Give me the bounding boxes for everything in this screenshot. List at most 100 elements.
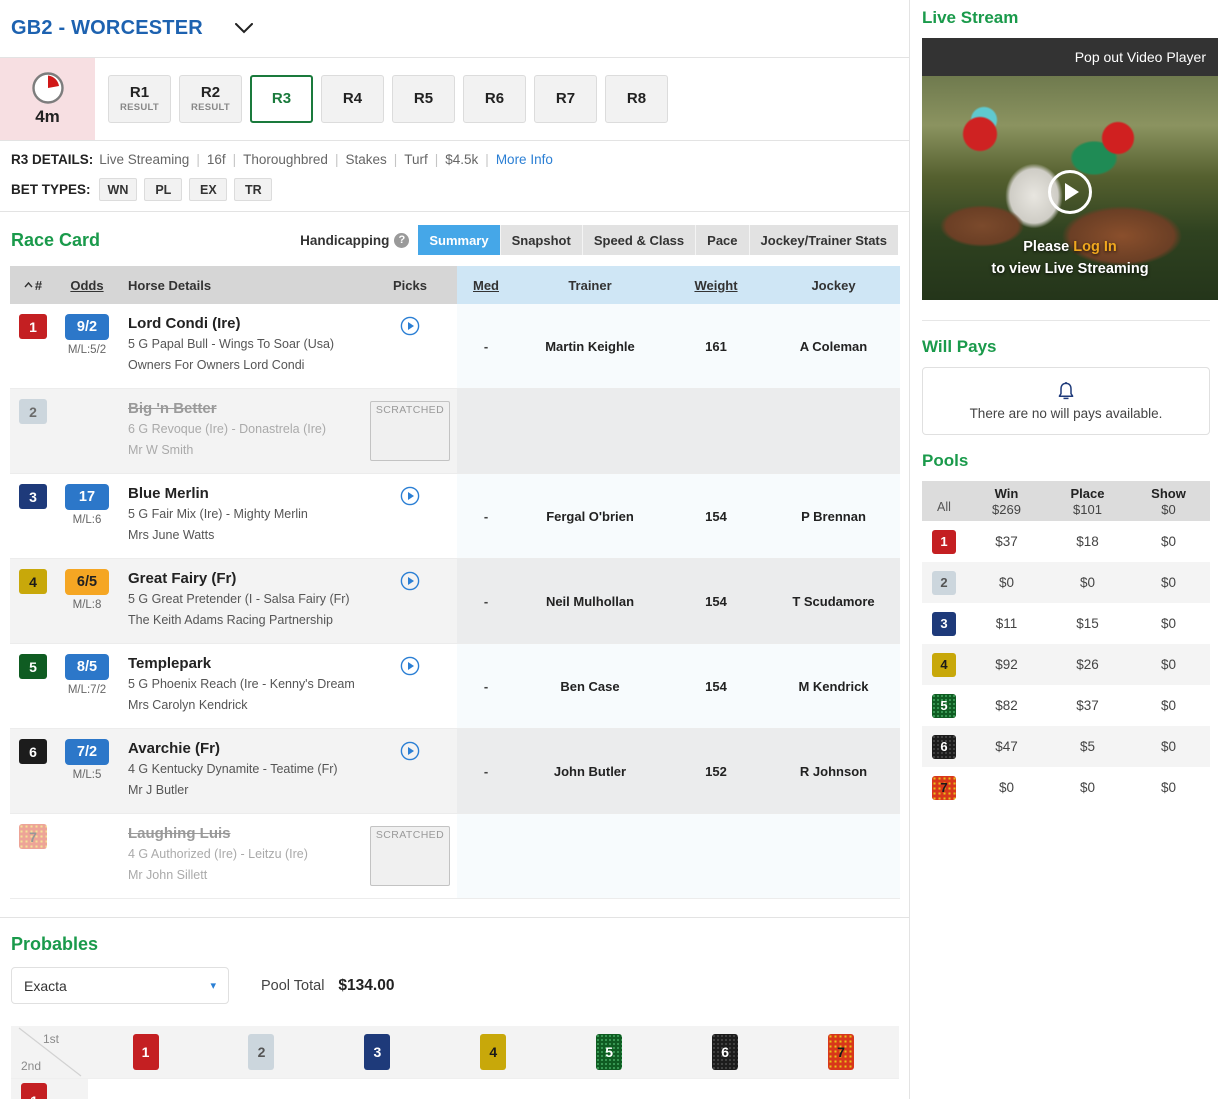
horse-name[interactable]: Avarchie (Fr) — [128, 739, 363, 759]
probables-cell[interactable] — [319, 1079, 435, 1092]
tab-pace[interactable]: Pace — [696, 225, 750, 255]
play-circle-icon[interactable] — [400, 656, 420, 676]
table-row[interactable]: 6 $47 $5 $0 — [922, 726, 1210, 767]
divider: | — [393, 152, 398, 167]
probables-col-header[interactable]: 4 — [435, 1034, 551, 1070]
table-row: 2 Big 'n Better 6 G Revoque (Ire) - Dona… — [10, 389, 900, 474]
help-icon[interactable]: ? — [394, 232, 410, 248]
table-row[interactable]: 2 $0 $0 $0 — [922, 562, 1210, 603]
table-row[interactable]: 3 17 M/L:6 Blue Merlin 5 G Fair Mix (Ire… — [10, 474, 900, 559]
table-row[interactable]: 1 $37 $18 $0 — [922, 521, 1210, 562]
column-header-number[interactable]: # — [10, 278, 56, 293]
play-circle-icon[interactable] — [400, 486, 420, 506]
table-row[interactable]: 3 $11 $15 $0 — [922, 603, 1210, 644]
play-circle-icon[interactable] — [400, 316, 420, 336]
saddle-cloth-badge: 3 — [364, 1034, 391, 1070]
tab-speed-class[interactable]: Speed & Class — [582, 225, 697, 255]
race-tab-r6[interactable]: R6 — [463, 75, 526, 123]
play-circle-icon[interactable] — [400, 571, 420, 591]
bet-type-select[interactable]: Exacta ▾ — [11, 967, 229, 1004]
bet-type-pl[interactable]: PL — [144, 178, 183, 201]
race-tab-r4[interactable]: R4 — [321, 75, 384, 123]
probables-col-header[interactable]: 1 — [88, 1034, 204, 1070]
race-tab-r2[interactable]: R2 RESULT — [179, 75, 242, 123]
popout-video-button[interactable]: Pop out Video Player — [1075, 49, 1206, 65]
probables-col-header[interactable]: 7 — [783, 1034, 899, 1070]
race-tab-r5[interactable]: R5 — [392, 75, 455, 123]
odds-badge[interactable]: 7/2 — [65, 739, 109, 765]
table-row[interactable]: 5 8/5 M/L:7/2 Templepark 5 G Phoenix Rea… — [10, 644, 900, 729]
bet-type-ex[interactable]: EX — [189, 178, 228, 201]
table-row[interactable]: 1 9/2 M/L:5/2 Lord Condi (Ire) 5 G Papal… — [10, 304, 900, 389]
odds-badge[interactable]: 17 — [65, 484, 109, 510]
probables-col-header[interactable]: 3 — [319, 1034, 435, 1070]
race-tab-r8[interactable]: R8 — [605, 75, 668, 123]
horse-details-cell: Templepark 5 G Phoenix Reach (Ire - Kenn… — [118, 654, 363, 716]
pool-win-value: $92 — [995, 657, 1018, 672]
bet-type-wn[interactable]: WN — [98, 178, 138, 201]
column-header-trainer: Trainer — [515, 278, 665, 293]
jockey-name[interactable]: A Coleman — [767, 339, 900, 354]
probables-cell[interactable] — [551, 1079, 667, 1092]
probables-col-header[interactable]: 2 — [204, 1034, 320, 1070]
probables-cell[interactable] — [667, 1079, 783, 1092]
odds-cell: 6/5 M/L:8 — [56, 569, 118, 631]
login-link[interactable]: Log In — [1073, 239, 1117, 255]
probables-cell[interactable] — [435, 1079, 551, 1092]
race-tab-r1[interactable]: R1 RESULT — [108, 75, 171, 123]
chevron-down-icon[interactable] — [233, 18, 255, 40]
video-player[interactable]: Pop out Video Player Please Log In to vi… — [922, 38, 1218, 300]
tab-jockey-trainer-stats[interactable]: Jockey/Trainer Stats — [749, 225, 898, 255]
odds-badge[interactable]: 9/2 — [65, 314, 109, 340]
probables-col-header[interactable]: 5 — [551, 1034, 667, 1070]
table-row[interactable]: 4 $92 $26 $0 — [922, 644, 1210, 685]
probables-cell[interactable] — [204, 1079, 320, 1092]
race-tabs-strip: 4m R1 RESULT R2 RESULT R3 R4 R5 R6 R7 R8 — [0, 58, 909, 141]
saddle-cloth-badge: 4 — [19, 569, 47, 594]
probables-title: Probables — [11, 934, 99, 954]
column-header-med-label: Med — [473, 277, 499, 293]
pools-column-total: $0 — [1161, 501, 1176, 517]
horse-name[interactable]: Lord Condi (Ire) — [128, 314, 363, 334]
trainer-name[interactable]: Fergal O'brien — [515, 509, 665, 524]
trainer-name[interactable]: John Butler — [515, 764, 665, 779]
table-row[interactable]: 6 7/2 M/L:5 Avarchie (Fr) 4 G Kentucky D… — [10, 729, 900, 814]
race-tab-r3[interactable]: R3 — [250, 75, 313, 123]
table-row[interactable]: 7 $0 $0 $0 — [922, 767, 1210, 808]
trainer-name[interactable]: Martin Keighle — [515, 339, 665, 354]
odds-badge[interactable]: 6/5 — [65, 569, 109, 595]
probables-col-header[interactable]: 6 — [667, 1034, 783, 1070]
probables-cell[interactable] — [783, 1079, 899, 1092]
column-header-weight[interactable]: Weight — [665, 278, 767, 293]
horse-name[interactable]: Great Fairy (Fr) — [128, 569, 363, 589]
probables-cell[interactable] — [88, 1079, 204, 1092]
horse-breeding: 6 G Revoque (Ire) - Donastrela (Ire) — [128, 422, 326, 436]
picks-cell — [363, 569, 457, 631]
video-player-toolbar: Pop out Video Player — [922, 38, 1218, 76]
tab-summary[interactable]: Summary — [418, 225, 501, 255]
race-tab-r7[interactable]: R7 — [534, 75, 597, 123]
jockey-name[interactable]: M Kendrick — [767, 679, 900, 694]
trainer-name[interactable]: Ben Case — [515, 679, 665, 694]
horse-name[interactable]: Templepark — [128, 654, 363, 674]
column-header-odds-label: Odds — [70, 277, 104, 293]
jockey-name[interactable]: P Brennan — [767, 509, 900, 524]
saddle-cloth-badge: 7 — [828, 1034, 855, 1070]
play-circle-icon[interactable] — [1048, 170, 1092, 214]
table-row[interactable]: 4 6/5 M/L:8 Great Fairy (Fr) 5 G Great P… — [10, 559, 900, 644]
odds-badge[interactable]: 8/5 — [65, 654, 109, 680]
play-circle-icon[interactable] — [400, 741, 420, 761]
tab-snapshot[interactable]: Snapshot — [500, 225, 583, 255]
pool-win-value: $82 — [995, 698, 1018, 713]
probables-row-header[interactable]: 1 — [11, 1079, 88, 1099]
trainer-name[interactable]: Neil Mulhollan — [515, 594, 665, 609]
more-info-link[interactable]: More Info — [496, 150, 553, 170]
column-header-odds[interactable]: Odds — [56, 278, 118, 293]
jockey-name[interactable]: R Johnson — [767, 764, 900, 779]
race-tab-label: R2 — [200, 83, 221, 101]
column-header-med[interactable]: Med — [457, 278, 515, 293]
horse-name[interactable]: Blue Merlin — [128, 484, 363, 504]
table-row[interactable]: 5 $82 $37 $0 — [922, 685, 1210, 726]
jockey-name[interactable]: T Scudamore — [767, 594, 900, 609]
bet-type-tr[interactable]: TR — [234, 178, 273, 201]
